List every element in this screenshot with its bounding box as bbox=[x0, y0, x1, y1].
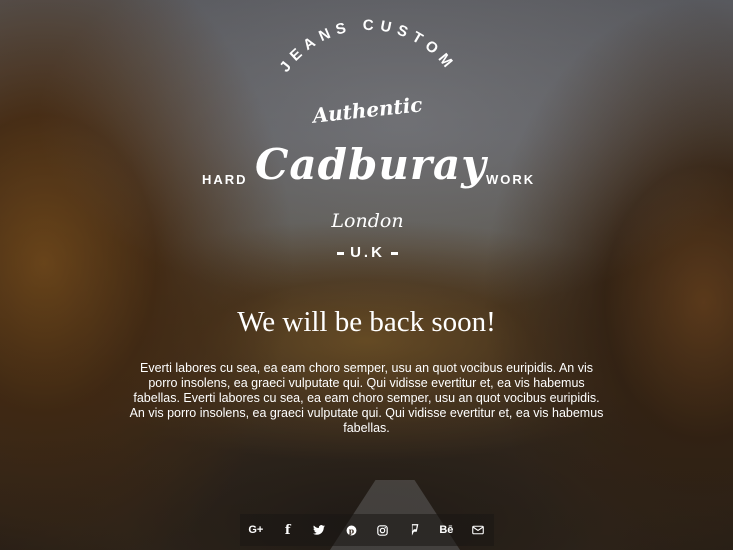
page-headline: We will be back soon! bbox=[237, 306, 496, 338]
divider bbox=[390, 251, 398, 255]
logo-country-label: U.K bbox=[350, 244, 385, 261]
svg-text:JEANS CUSTOM: JEANS CUSTOM bbox=[276, 17, 459, 76]
behance-icon[interactable]: Bē bbox=[434, 518, 458, 542]
instagram-glyph bbox=[377, 524, 389, 536]
page-body-text: Everti labores cu sea, ea eam choro semp… bbox=[129, 361, 604, 435]
email-icon[interactable] bbox=[466, 518, 490, 542]
social-links-bar: G+ f p Bē bbox=[240, 514, 494, 546]
logo-country: U.K bbox=[320, 244, 415, 261]
foursquare-icon[interactable] bbox=[403, 518, 427, 542]
google-plus-glyph: G+ bbox=[248, 524, 264, 536]
divider bbox=[337, 251, 345, 255]
logo-arc-label: JEANS CUSTOM bbox=[276, 17, 453, 76]
email-glyph bbox=[472, 525, 484, 535]
brand-logo: JEANS CUSTOM Authentic HARD Cadburay WOR… bbox=[0, 0, 733, 280]
facebook-icon[interactable]: f bbox=[276, 518, 300, 542]
pinterest-glyph: p bbox=[346, 525, 357, 535]
instagram-icon[interactable] bbox=[371, 518, 395, 542]
logo-brand-name: Cadburay bbox=[255, 140, 487, 189]
facebook-glyph: f bbox=[284, 522, 291, 538]
logo-city: London bbox=[331, 210, 404, 232]
logo-right-word: WORK bbox=[486, 172, 536, 187]
twitter-glyph bbox=[313, 525, 326, 535]
pinterest-icon[interactable]: p bbox=[339, 518, 363, 542]
logo-left-word: HARD bbox=[202, 172, 248, 187]
twitter-icon[interactable] bbox=[307, 518, 331, 542]
svg-text:p: p bbox=[348, 526, 354, 535]
behance-glyph: Bē bbox=[439, 524, 454, 536]
google-plus-icon[interactable]: G+ bbox=[244, 518, 268, 542]
foursquare-glyph bbox=[411, 523, 419, 536]
